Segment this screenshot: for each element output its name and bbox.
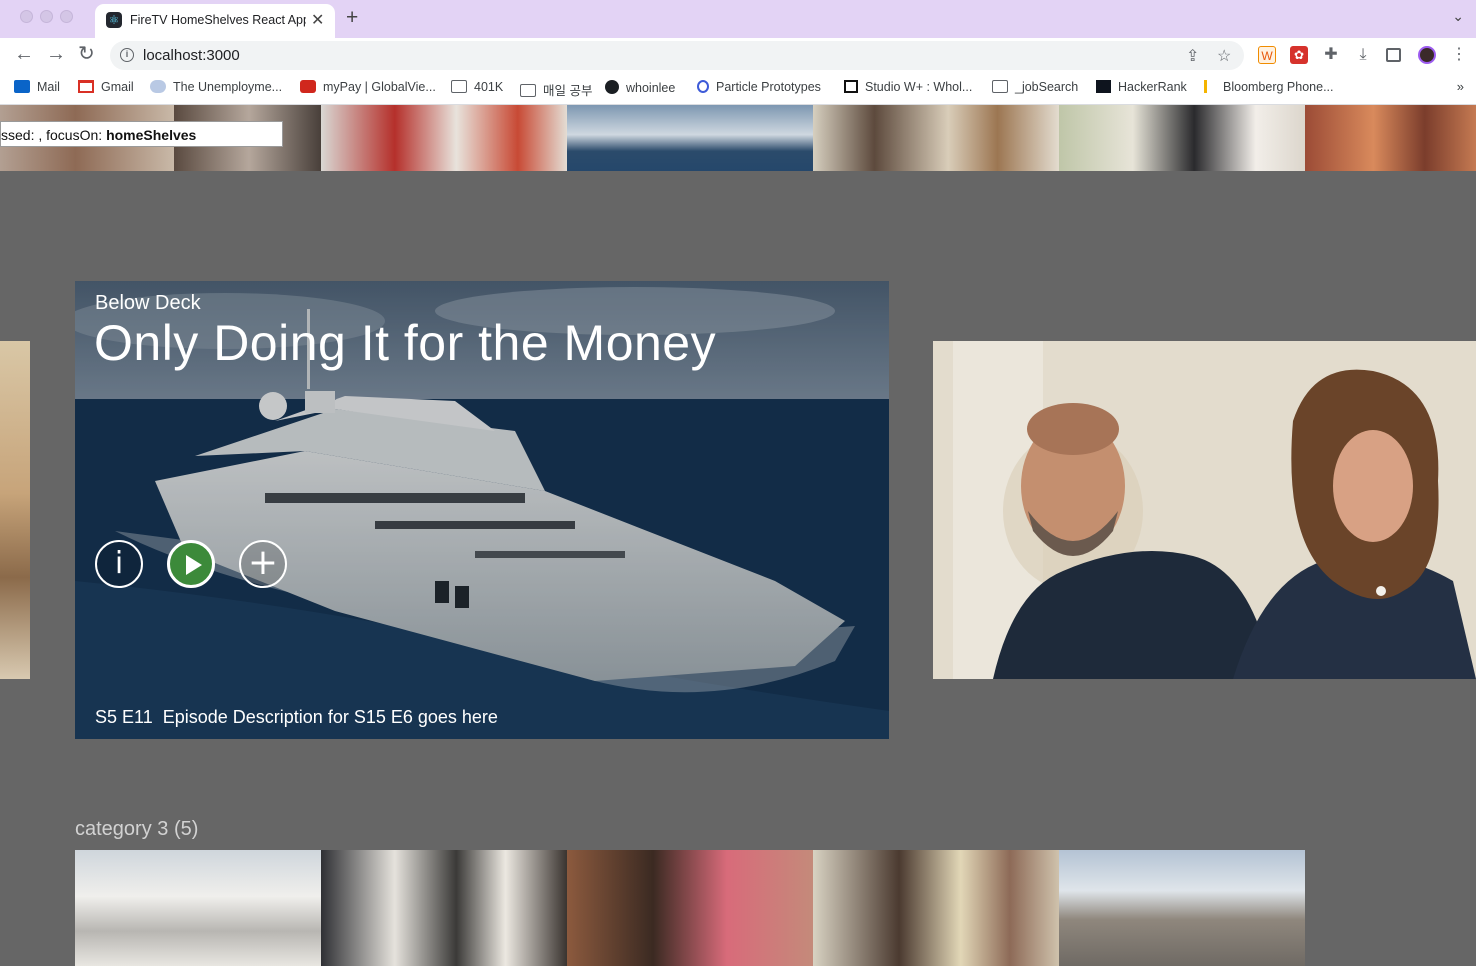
browser-tab[interactable]: ⚛ FireTV HomeShelves React App ✕	[95, 4, 335, 38]
episode-title: Only Doing It for the Money	[94, 315, 717, 371]
tab-search-chevron-icon[interactable]: ⌄	[1452, 8, 1464, 25]
next-card-image	[933, 341, 1476, 679]
shelf-thumbnail[interactable]	[567, 105, 813, 171]
folder-icon	[520, 84, 536, 97]
window-zoom-button[interactable]	[60, 10, 73, 23]
next-card[interactable]	[933, 341, 1476, 679]
category-title: category 3 (5)	[75, 818, 199, 840]
reload-icon[interactable]: ↻	[78, 43, 95, 65]
shelf-thumbnail[interactable]	[1305, 105, 1476, 171]
browser-toolbar: ← → ↻ i localhost:3000 ⇪ ☆ W ✿ ✚ ⤓ ⋮	[0, 38, 1476, 72]
back-arrow-icon[interactable]: ←	[14, 43, 34, 65]
folder-icon	[992, 80, 1008, 93]
category-thumbnail[interactable]	[813, 850, 1059, 966]
bloomberg-icon	[1204, 80, 1216, 93]
window-close-button[interactable]	[20, 10, 33, 23]
extension-red-icon[interactable]: ✿	[1290, 46, 1308, 64]
category-thumbnail[interactable]	[75, 850, 321, 966]
bookmark-unemployment[interactable]: The Unemployme...	[150, 80, 282, 94]
shelf-thumbnail[interactable]	[813, 105, 1059, 171]
kebab-menu-icon[interactable]: ⋮	[1450, 46, 1468, 64]
extensions-puzzle-icon[interactable]: ✚	[1322, 46, 1340, 64]
bookmark-jobsearch[interactable]: _jobSearch	[992, 80, 1078, 94]
category-shelf-row	[75, 850, 1307, 966]
tab-close-icon[interactable]: ✕	[311, 10, 324, 30]
shelf-thumbnail[interactable]	[1059, 105, 1305, 171]
tab-title: FireTV HomeShelves React App	[130, 13, 306, 27]
browser-tab-strip: ⚛ FireTV HomeShelves React App ✕ + ⌄	[0, 0, 1476, 38]
address-bar[interactable]: i localhost:3000 ⇪ ☆	[110, 41, 1244, 70]
forward-arrow-icon[interactable]: →	[46, 43, 66, 65]
hackerrank-icon	[1096, 80, 1111, 93]
bookmark-gmail[interactable]: Gmail	[78, 80, 134, 94]
bookmark-star-icon[interactable]: ☆	[1217, 46, 1231, 66]
hero-card[interactable]: Below Deck Only Doing It for the Money i…	[75, 281, 889, 739]
episode-code: S5 E11	[95, 707, 153, 727]
adp-icon	[300, 80, 316, 93]
show-name: Below Deck	[95, 292, 201, 314]
shelf-thumbnail[interactable]	[321, 105, 567, 171]
window-minimize-button[interactable]	[40, 10, 53, 23]
add-to-list-button[interactable]: +	[239, 540, 287, 588]
folder-icon	[451, 80, 467, 93]
episode-description: S5 E11 Episode Description for S15 E6 go…	[95, 707, 498, 728]
extension-w-icon[interactable]: W	[1258, 46, 1276, 64]
bookmark-mypay[interactable]: myPay | GlobalVie...	[300, 80, 436, 94]
react-favicon-icon: ⚛	[106, 12, 122, 28]
category-thumbnail[interactable]	[1059, 850, 1305, 966]
more-bookmarks-icon[interactable]: »	[1457, 79, 1464, 94]
outlook-icon	[14, 80, 30, 93]
studio-icon	[844, 80, 858, 93]
status-prefix: ssed: , focusOn:	[1, 127, 107, 143]
profile-avatar[interactable]	[1418, 46, 1436, 64]
category-thumbnail[interactable]	[321, 850, 567, 966]
previous-card-peek[interactable]	[0, 341, 30, 679]
share-icon[interactable]: ⇪	[1186, 46, 1199, 66]
bookmark-mail[interactable]: Mail	[14, 80, 60, 94]
info-button[interactable]: i	[95, 540, 143, 588]
debug-status-box: ssed: , focusOn: homeShelves	[0, 121, 283, 147]
bookmark-bloomberg[interactable]: Bloomberg Phone...	[1204, 80, 1334, 94]
github-icon	[605, 80, 619, 94]
download-icon[interactable]: ⤓	[1354, 46, 1372, 64]
bookmark-studio-w[interactable]: Studio W+ : Whol...	[844, 80, 972, 94]
category-thumbnail[interactable]	[567, 850, 813, 966]
cloud-icon	[150, 80, 166, 93]
gmail-icon	[78, 80, 94, 93]
info-icon: i	[114, 546, 124, 581]
episode-description-text: Episode Description for S15 E6 goes here	[162, 707, 498, 727]
side-panel-icon[interactable]	[1386, 48, 1401, 62]
site-info-icon[interactable]: i	[120, 48, 134, 62]
bookmark-whoinlee[interactable]: whoinlee	[605, 80, 675, 95]
url-text: localhost:3000	[143, 47, 240, 64]
play-icon	[186, 555, 202, 575]
new-tab-icon[interactable]: +	[346, 6, 358, 30]
bookmark-hackerrank[interactable]: HackerRank	[1096, 80, 1187, 94]
bookmark-401k[interactable]: 401K	[451, 80, 503, 94]
play-button[interactable]	[167, 540, 215, 588]
bookmarks-bar: Mail Gmail The Unemployme... myPay | Glo…	[0, 72, 1476, 105]
bookmark-particle[interactable]: Particle Prototypes	[697, 80, 821, 94]
particle-icon	[697, 80, 709, 93]
status-focus-value: homeShelves	[106, 127, 197, 143]
bookmark-daily-study[interactable]: 매일 공부	[520, 80, 592, 99]
plus-icon: +	[247, 542, 279, 583]
